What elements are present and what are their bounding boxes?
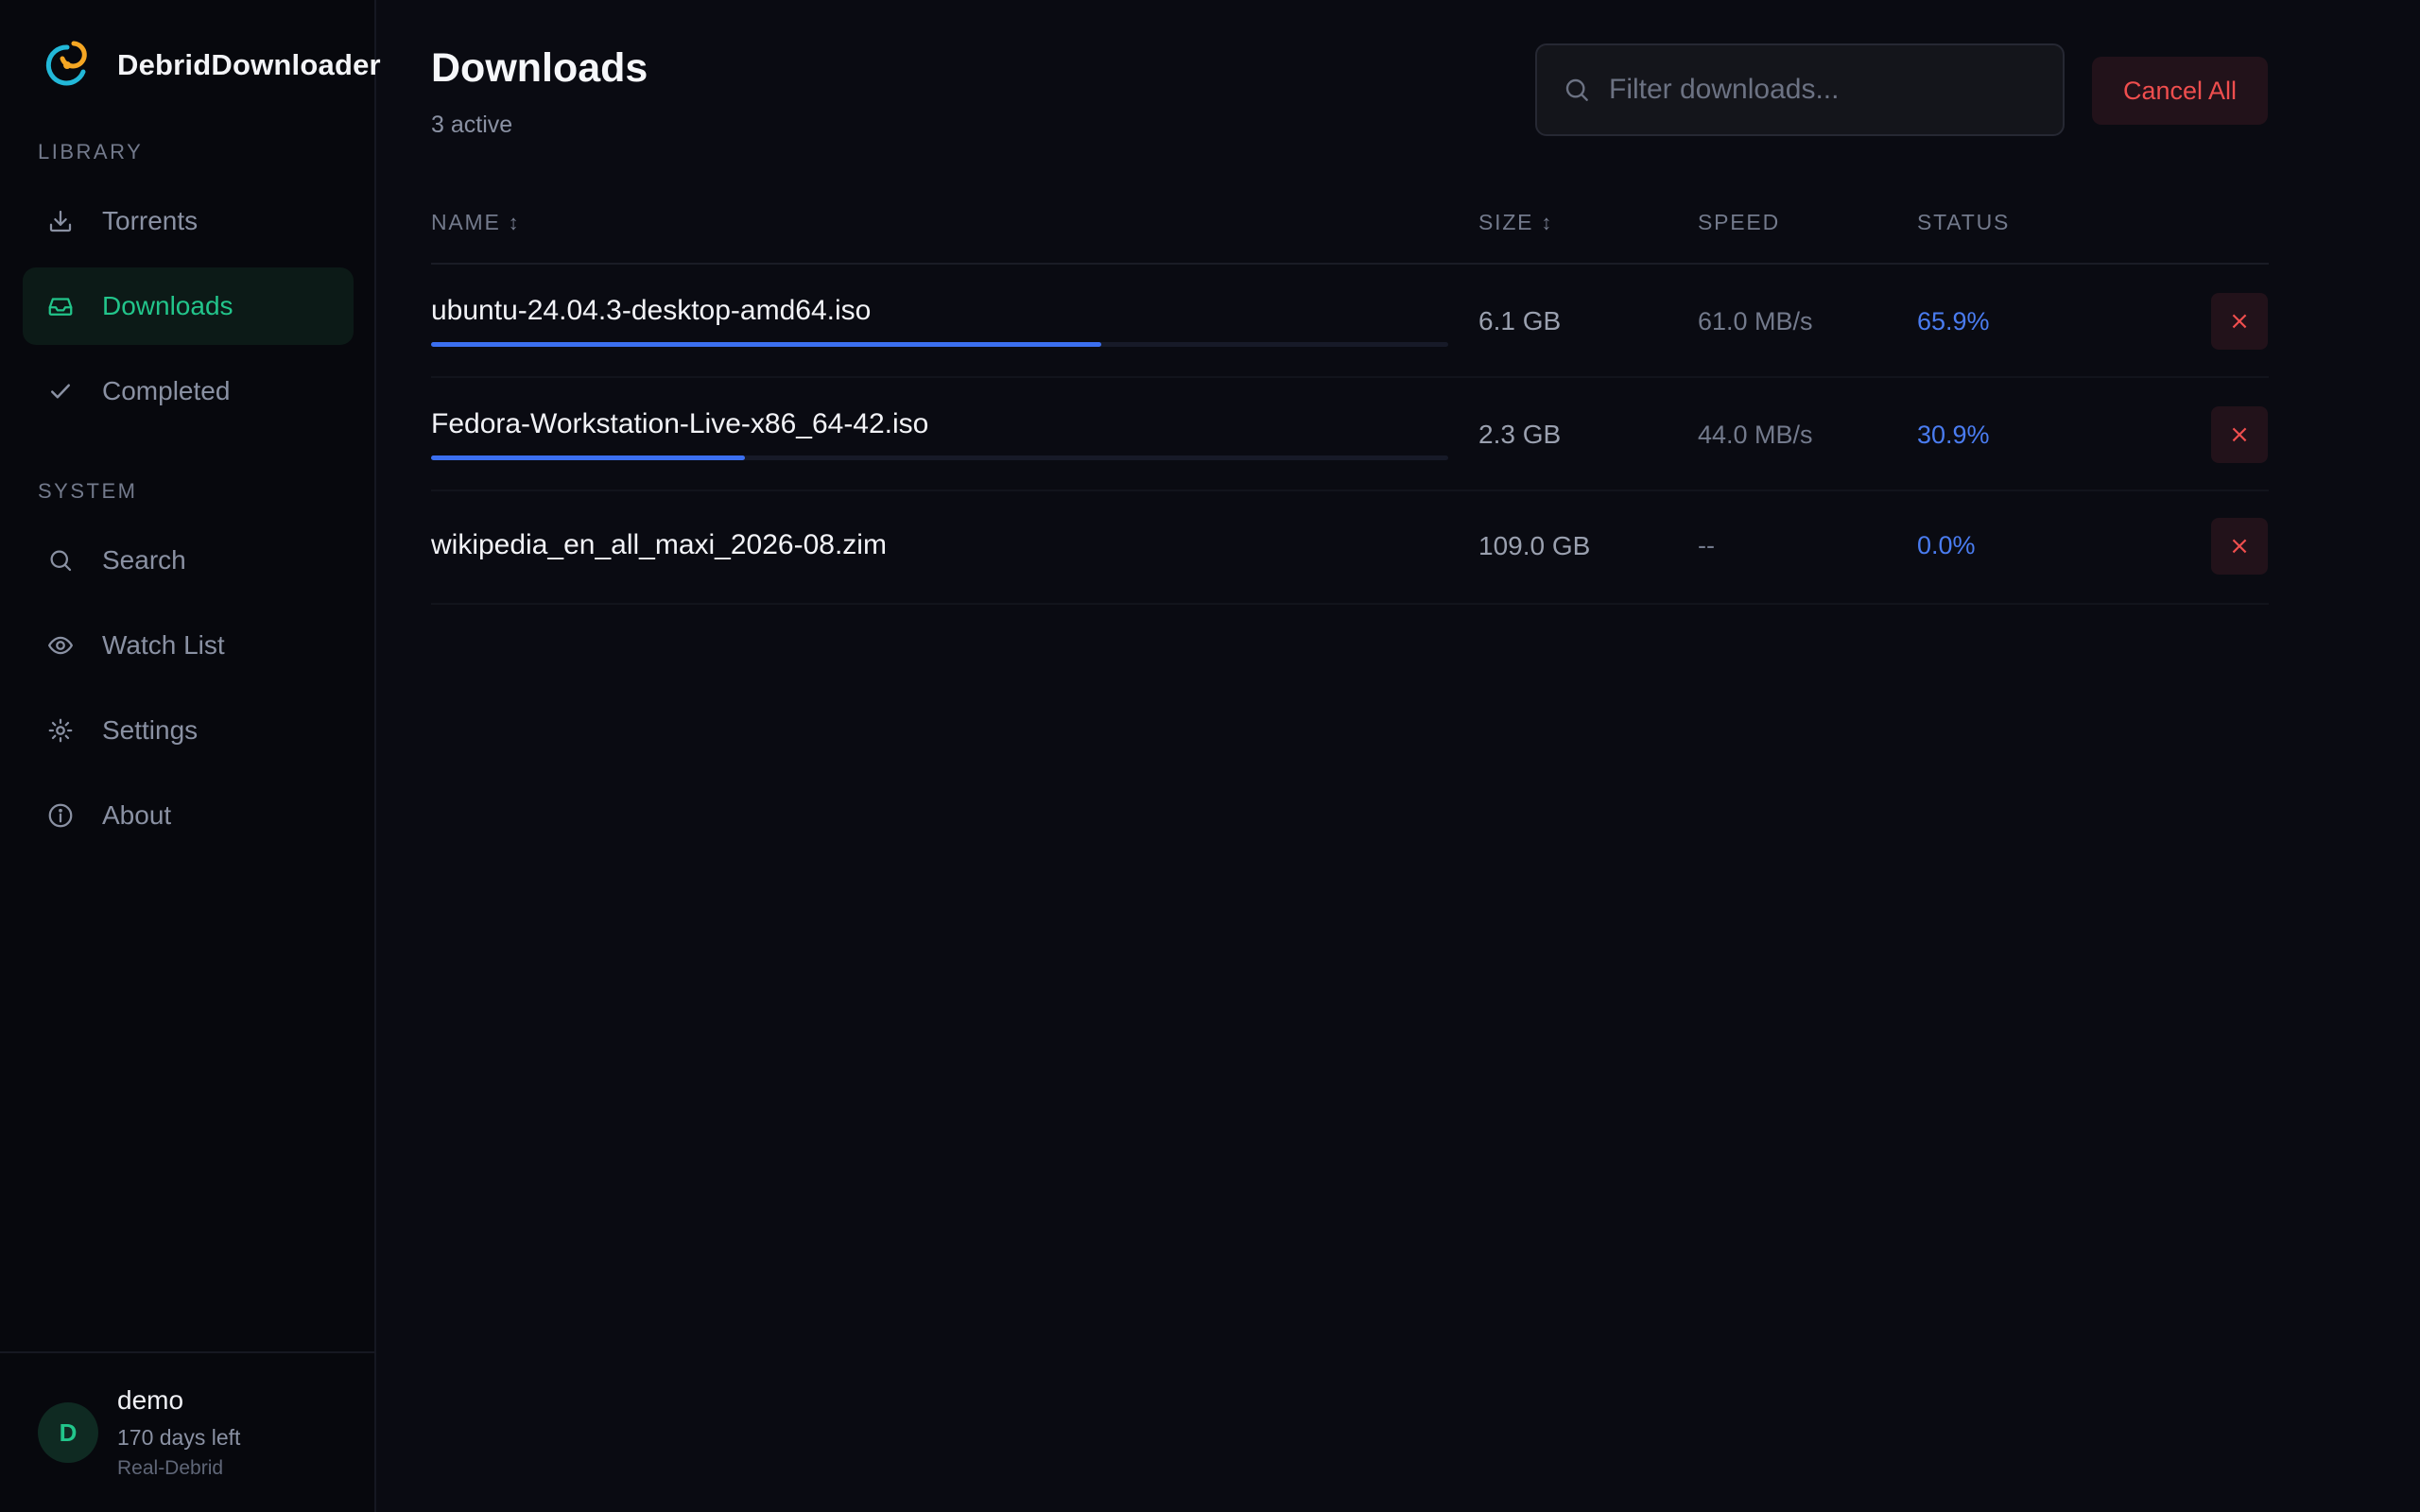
page-title: Downloads <box>431 45 648 91</box>
sidebar-item-downloads[interactable]: Downloads <box>23 267 354 345</box>
sort-icon: ↕ <box>1541 210 1554 234</box>
section-label-system: SYSTEM <box>38 479 138 503</box>
search-icon <box>45 545 76 576</box>
sidebar-item-watch-list[interactable]: Watch List <box>23 607 354 684</box>
progress-fill <box>431 342 1102 347</box>
download-size: 6.1 GB <box>1478 306 1562 335</box>
sidebar-item-about[interactable]: About <box>23 777 354 854</box>
download-status: 65.9% <box>1917 307 1990 335</box>
download-name: ubuntu-24.04.3-desktop-amd64.iso <box>431 295 872 326</box>
sidebar-item-torrents[interactable]: Torrents <box>23 182 354 260</box>
table-header: NAME ↕ SIZE ↕ SPEED STATUS <box>431 208 2269 265</box>
download-icon <box>45 206 76 236</box>
cancel-all-button[interactable]: Cancel All <box>2092 57 2268 125</box>
inbox-icon <box>45 291 76 321</box>
close-icon: × <box>2229 421 2250 449</box>
close-icon: × <box>2229 532 2250 560</box>
column-header-speed: SPEED <box>1698 210 1780 235</box>
check-icon <box>45 376 76 406</box>
sidebar-item-label: Torrents <box>102 206 199 235</box>
section-label-library: LIBRARY <box>38 140 144 163</box>
download-name: Fedora-Workstation-Live-x86_64-42.iso <box>431 408 929 439</box>
column-header-size[interactable]: SIZE ↕ <box>1478 210 1553 235</box>
table-row[interactable]: ubuntu-24.04.3-desktop-amd64.iso 6.1 GB … <box>431 265 2269 378</box>
eye-icon <box>45 630 76 661</box>
download-speed: 61.0 MB/s <box>1698 307 1813 335</box>
sidebar: DebridDownloader LIBRARY Torrents Downlo… <box>0 0 381 1512</box>
user-account-panel[interactable]: D demo 170 days left Real-Debrid <box>0 1351 374 1512</box>
filter-downloads-input[interactable] <box>1609 74 2044 106</box>
sidebar-item-label: Watch List <box>102 630 225 660</box>
cancel-download-button[interactable]: × <box>2211 518 2268 575</box>
table-row[interactable]: Fedora-Workstation-Live-x86_64-42.iso 2.… <box>431 378 2269 491</box>
app-logo-icon <box>45 41 87 86</box>
close-icon: × <box>2229 307 2250 335</box>
app-window: DebridDownloader LIBRARY Torrents Downlo… <box>0 0 2420 1512</box>
progress-bar <box>431 342 1448 347</box>
column-header-label: STATUS <box>1917 210 2011 234</box>
subscription-days-left: 170 days left <box>117 1425 241 1450</box>
main-content: Downloads 3 active Cancel All NAME ↕ SIZ… <box>376 0 2420 1512</box>
download-size: 109.0 GB <box>1478 531 1591 560</box>
progress-fill <box>431 455 746 460</box>
download-size: 2.3 GB <box>1478 420 1562 449</box>
sidebar-item-label: About <box>102 800 172 830</box>
column-header-label: SPEED <box>1698 210 1780 234</box>
sidebar-item-completed[interactable]: Completed <box>23 352 354 430</box>
download-speed: 44.0 MB/s <box>1698 421 1813 449</box>
column-header-status: STATUS <box>1917 210 2010 235</box>
active-count: 3 active <box>431 112 513 138</box>
sidebar-item-search[interactable]: Search <box>23 522 354 599</box>
brand[interactable]: DebridDownloader <box>42 40 381 91</box>
download-status: 30.9% <box>1917 421 1990 449</box>
sidebar-item-label: Search <box>102 545 186 575</box>
sidebar-item-label: Downloads <box>102 291 233 320</box>
table-row[interactable]: wikipedia_en_all_maxi_2026-08.zim 109.0 … <box>431 491 2269 605</box>
column-header-label: SIZE <box>1478 210 1534 234</box>
info-icon <box>45 800 76 831</box>
download-speed: -- <box>1698 531 1715 559</box>
app-name: DebridDownloader <box>117 48 381 81</box>
sidebar-item-label: Completed <box>102 376 231 405</box>
column-header-label: NAME <box>431 210 501 234</box>
download-status: 0.0% <box>1917 531 1976 559</box>
sun-gear-icon <box>45 715 76 746</box>
cancel-download-button[interactable]: × <box>2211 406 2268 463</box>
progress-bar <box>431 455 1448 460</box>
column-header-name[interactable]: NAME ↕ <box>431 210 520 235</box>
filter-box[interactable] <box>1535 43 2065 136</box>
sort-icon: ↕ <box>508 210 521 234</box>
debrid-service-name: Real-Debrid <box>117 1457 224 1479</box>
search-icon <box>1565 78 1588 101</box>
cancel-download-button[interactable]: × <box>2211 293 2268 350</box>
avatar: D <box>38 1402 98 1463</box>
user-name: demo <box>117 1385 184 1415</box>
sidebar-item-label: Settings <box>102 715 199 745</box>
download-name: wikipedia_en_all_maxi_2026-08.zim <box>431 529 887 560</box>
sidebar-item-settings[interactable]: Settings <box>23 692 354 769</box>
